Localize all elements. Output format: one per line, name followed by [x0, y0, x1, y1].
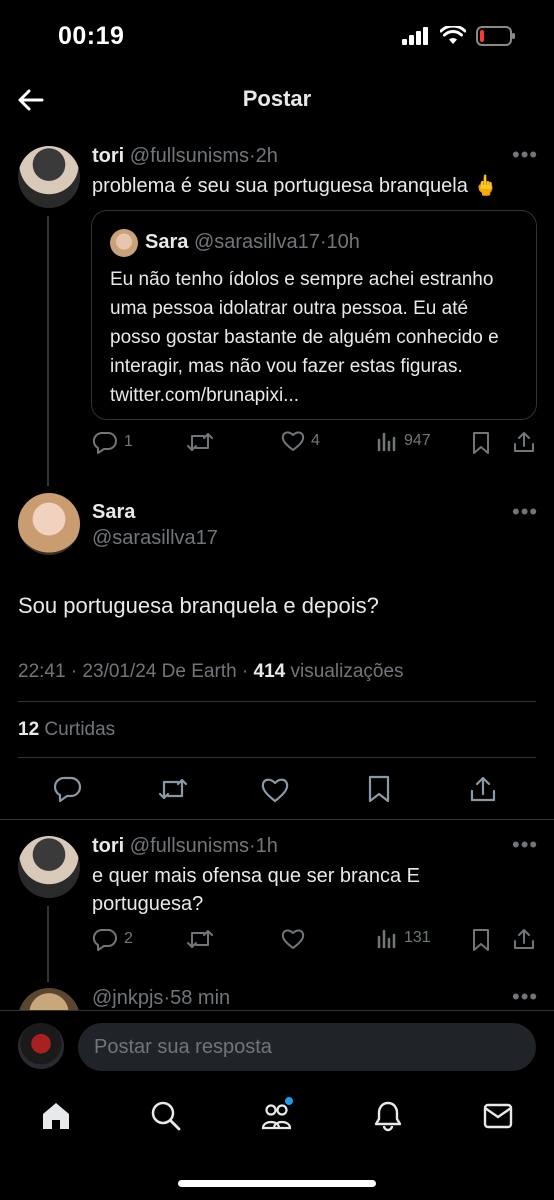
reply-composer: Postar sua resposta [0, 1010, 554, 1087]
views-chart-icon [377, 929, 396, 949]
likes-summary[interactable]: 12 Curtidas [18, 719, 115, 741]
post-header: @jnkpjs·58 min [92, 987, 230, 1010]
quote-age: 10h [326, 231, 360, 253]
views-button[interactable]: 131 [376, 927, 431, 949]
my-avatar[interactable] [18, 1023, 64, 1069]
author-handle[interactable]: @fullsunisms [130, 835, 249, 857]
bookmark-icon[interactable] [471, 431, 491, 455]
heart-icon [281, 431, 305, 451]
reply-icon [92, 431, 117, 454]
heart-icon[interactable] [281, 928, 305, 950]
views-chart-icon [377, 432, 396, 452]
repost-icon[interactable] [157, 775, 189, 803]
status-icons [402, 26, 516, 46]
quoted-post[interactable]: Sara @sarasillva17·10h Eu não tenho ídol… [91, 210, 537, 420]
page-title: Postar [242, 86, 312, 111]
divider [18, 701, 536, 702]
thread-line [47, 216, 49, 486]
reply-button[interactable]: 1 [92, 430, 133, 454]
reply-icon [92, 928, 117, 951]
post-timestamp: 22:41 · 23/01/24 De Earth · [18, 661, 254, 682]
home-indicator [178, 1180, 376, 1187]
reply-count: 2 [124, 930, 133, 947]
likes-count: 12 [18, 719, 40, 740]
status-bar: 00:19 [0, 0, 554, 70]
avatar-tori[interactable] [18, 146, 80, 208]
like-button[interactable]: 4 [281, 430, 320, 452]
post-meta: 22:41 · 23/01/24 De Earth · 414 visualiz… [18, 661, 404, 683]
quote-author-handle: @sarasillva17 [193, 231, 320, 253]
author-handle[interactable]: @sarasillva17 [92, 527, 218, 550]
notifications-bell-icon[interactable] [372, 1100, 404, 1132]
parent-post[interactable]: tori @fullsunisms·2h ••• problema é seu … [0, 140, 554, 486]
more-options-icon[interactable]: ••• [512, 832, 538, 858]
separator: · [319, 231, 327, 253]
more-options-icon[interactable]: ••• [512, 984, 538, 1010]
quote-author-name: Sara [145, 231, 189, 253]
share-icon[interactable] [512, 430, 536, 454]
cellular-signal-icon [402, 27, 428, 45]
views-label: visualizações [285, 661, 404, 682]
quote-header: Sara @sarasillva17·10h [145, 231, 360, 254]
avatar-tori[interactable] [18, 836, 80, 898]
repost-icon[interactable] [186, 927, 214, 951]
author-handle[interactable]: @jnkpjs [92, 987, 163, 1009]
share-icon[interactable] [512, 927, 536, 951]
communities-icon[interactable] [260, 1096, 296, 1132]
views-count: 131 [404, 929, 431, 946]
messages-envelope-icon[interactable] [482, 1102, 514, 1130]
battery-icon [476, 26, 515, 46]
post-header: tori @fullsunisms·1h [92, 835, 278, 858]
heart-icon[interactable] [261, 777, 289, 803]
divider [0, 819, 554, 820]
post-header: tori @fullsunisms·2h [92, 145, 278, 168]
thread-line [47, 906, 49, 982]
reply-count: 1 [124, 433, 133, 450]
separator: · [249, 145, 256, 167]
author-name[interactable]: tori [92, 835, 124, 857]
repost-button[interactable] [186, 430, 214, 454]
author-handle[interactable]: @fullsunisms [130, 145, 249, 167]
more-options-icon[interactable]: ••• [512, 499, 538, 525]
post-text: Sou portuguesa branquela e depois? [18, 593, 379, 618]
status-time: 00:19 [58, 22, 125, 50]
separator: · [249, 835, 256, 857]
home-icon[interactable] [40, 1100, 72, 1132]
reply-icon[interactable] [54, 775, 82, 803]
post-age: 1h [255, 835, 278, 857]
post-text: e quer mais ofensa que ser branca E port… [92, 865, 420, 915]
post-age: 2h [255, 145, 278, 167]
next-post[interactable]: @jnkpjs·58 min ••• [0, 982, 554, 1012]
reply-post[interactable]: tori @fullsunisms·1h ••• e quer mais ofe… [0, 830, 554, 982]
likes-label: Curtidas [39, 719, 116, 740]
views-count: 947 [404, 432, 431, 449]
bookmark-icon[interactable] [367, 775, 391, 803]
search-icon[interactable] [150, 1100, 182, 1132]
main-post: Sara @sarasillva17 ••• Sou portuguesa br… [0, 485, 554, 815]
post-text: problema é seu sua portuguesa branquela … [92, 175, 499, 197]
top-bar: Postar [0, 70, 554, 130]
bookmark-icon[interactable] [471, 928, 491, 952]
views-count: 414 [253, 661, 286, 682]
divider [18, 757, 536, 758]
avatar-jnkpjs[interactable] [18, 988, 80, 1012]
post-age: 58 min [170, 987, 231, 1009]
like-count: 4 [311, 432, 320, 449]
avatar-sara[interactable] [18, 493, 80, 555]
quote-text: Eu não tenho ídolos e sempre achei estra… [110, 269, 499, 406]
reply-input[interactable]: Postar sua resposta [78, 1023, 536, 1071]
share-icon[interactable] [469, 775, 497, 803]
more-options-icon[interactable]: ••• [512, 142, 538, 168]
repost-icon [187, 433, 213, 451]
wifi-icon [440, 26, 466, 44]
author-name[interactable]: tori [92, 145, 124, 167]
views-button[interactable]: 947 [376, 430, 431, 452]
author-name[interactable]: Sara [92, 501, 135, 524]
avatar-sara-small [110, 229, 138, 257]
reply-button[interactable]: 2 [92, 927, 133, 951]
